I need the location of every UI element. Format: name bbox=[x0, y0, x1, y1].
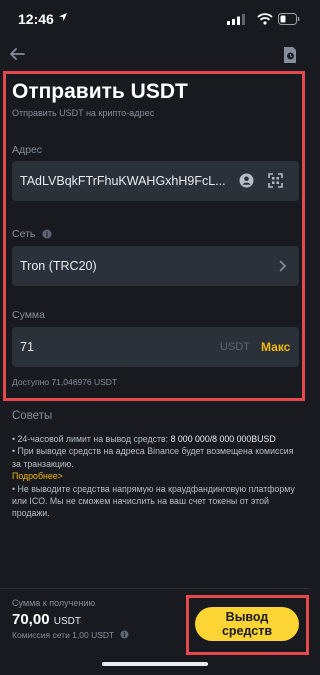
withdraw-button[interactable]: Вывод средств bbox=[195, 607, 299, 641]
address-book-icon[interactable] bbox=[239, 173, 254, 188]
home-indicator[interactable] bbox=[102, 662, 208, 666]
available-balance: Доступно 71,046976 USDT bbox=[12, 377, 118, 387]
tip-binance-refund: • При выводе средств на адреса Binance б… bbox=[12, 446, 294, 469]
receive-amount: 70,00 USDT bbox=[12, 611, 81, 628]
tip-crowdfunding: • Не выводите средства напрямую на крауд… bbox=[12, 483, 295, 519]
history-document-icon[interactable] bbox=[282, 46, 298, 64]
address-label: Адрес bbox=[12, 144, 43, 156]
receive-label: Сумма к получению bbox=[12, 598, 96, 608]
status-time: 12:46 bbox=[18, 11, 54, 27]
battery-icon bbox=[278, 13, 300, 25]
address-input[interactable]: TAdLVBqkFTrFhuKWAHGxhH9FcL... bbox=[20, 174, 230, 188]
fee-info-icon[interactable] bbox=[120, 630, 130, 639]
wifi-icon bbox=[257, 13, 273, 25]
network-value: Tron (TRC20) bbox=[20, 259, 97, 273]
info-icon[interactable] bbox=[42, 229, 52, 239]
tips-title: Советы bbox=[12, 410, 53, 422]
amount-label: Сумма bbox=[12, 309, 45, 321]
amount-field[interactable]: 71 USDT Макс bbox=[12, 327, 299, 367]
location-arrow-icon bbox=[59, 13, 67, 21]
page-subtitle: Отправить USDT на крипто-адрес bbox=[12, 108, 155, 118]
tip-limit-value: 8 000 000/8 000 000BUSD bbox=[170, 434, 276, 444]
amount-input[interactable]: 71 bbox=[20, 340, 34, 354]
signal-icon bbox=[227, 14, 245, 25]
tips-list: • 24-часовой лимит на вывод средств: 8 0… bbox=[12, 433, 304, 520]
amount-unit: USDT bbox=[220, 341, 250, 353]
back-arrow-icon[interactable] bbox=[8, 46, 26, 62]
chevron-right-icon bbox=[279, 260, 287, 272]
footer-divider bbox=[0, 588, 310, 589]
tip-limit: • 24-часовой лимит на вывод средств: 8 0… bbox=[12, 434, 276, 444]
status-bar: 12:46 bbox=[0, 0, 310, 40]
max-button[interactable]: Макс bbox=[261, 340, 290, 354]
network-label: Сеть bbox=[12, 228, 36, 240]
more-link[interactable]: Подробнее> bbox=[12, 470, 304, 482]
qr-scan-icon[interactable] bbox=[268, 173, 283, 188]
receive-unit: USDT bbox=[53, 616, 81, 627]
network-fee: Комиссия сети 1,00 USDT bbox=[12, 630, 130, 640]
network-select[interactable]: Tron (TRC20) bbox=[12, 246, 299, 286]
address-field[interactable]: TAdLVBqkFTrFhuKWAHGxhH9FcL... bbox=[12, 161, 299, 201]
page-title: Отправить USDT bbox=[12, 80, 188, 103]
